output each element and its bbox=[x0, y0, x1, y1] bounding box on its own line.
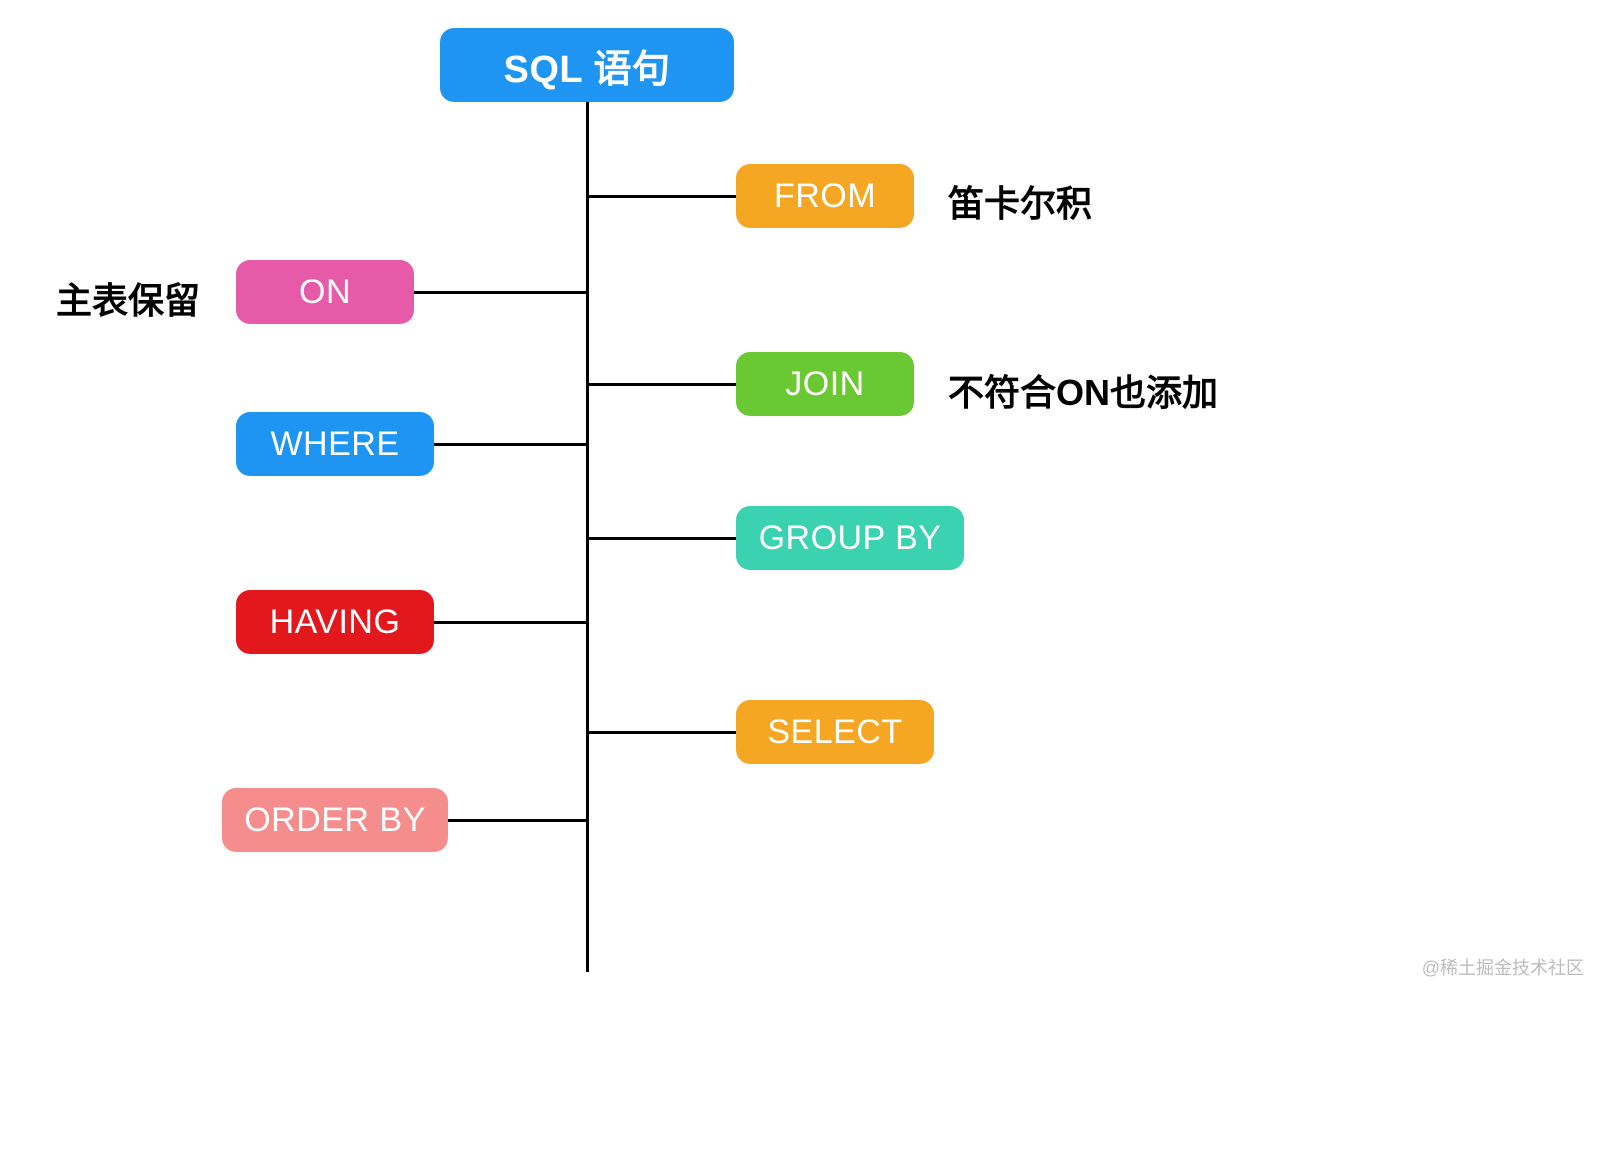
node-select: SELECT bbox=[736, 700, 934, 764]
connector-select bbox=[588, 731, 736, 734]
node-groupby: GROUP BY bbox=[736, 506, 964, 570]
watermark: @稀土掘金技术社区 bbox=[1422, 954, 1584, 980]
connector-on bbox=[414, 291, 588, 294]
root-label: SQL 语句 bbox=[504, 38, 671, 93]
node-from: FROM bbox=[736, 164, 914, 228]
node-from-label: FROM bbox=[774, 177, 876, 216]
node-join-label: JOIN bbox=[785, 365, 864, 404]
node-on: ON bbox=[236, 260, 414, 324]
node-having-label: HAVING bbox=[270, 603, 401, 642]
annotation-on: 主表保留 bbox=[56, 272, 200, 324]
annotation-join: 不符合ON也添加 bbox=[948, 364, 1218, 416]
connector-join bbox=[588, 383, 736, 386]
connector-groupby bbox=[588, 537, 736, 540]
node-having: HAVING bbox=[236, 590, 434, 654]
root-node: SQL 语句 bbox=[440, 28, 734, 102]
node-groupby-label: GROUP BY bbox=[759, 519, 942, 558]
node-where-label: WHERE bbox=[270, 425, 399, 464]
connector-orderby bbox=[448, 819, 588, 822]
node-select-label: SELECT bbox=[767, 713, 902, 752]
node-on-label: ON bbox=[299, 273, 351, 312]
node-where: WHERE bbox=[236, 412, 434, 476]
connector-from bbox=[588, 195, 736, 198]
node-orderby-label: ORDER BY bbox=[244, 801, 426, 840]
node-join: JOIN bbox=[736, 352, 914, 416]
node-orderby: ORDER BY bbox=[222, 788, 448, 852]
connector-where bbox=[434, 443, 588, 446]
annotation-from: 笛卡尔积 bbox=[948, 175, 1092, 227]
connector-having bbox=[434, 621, 588, 624]
